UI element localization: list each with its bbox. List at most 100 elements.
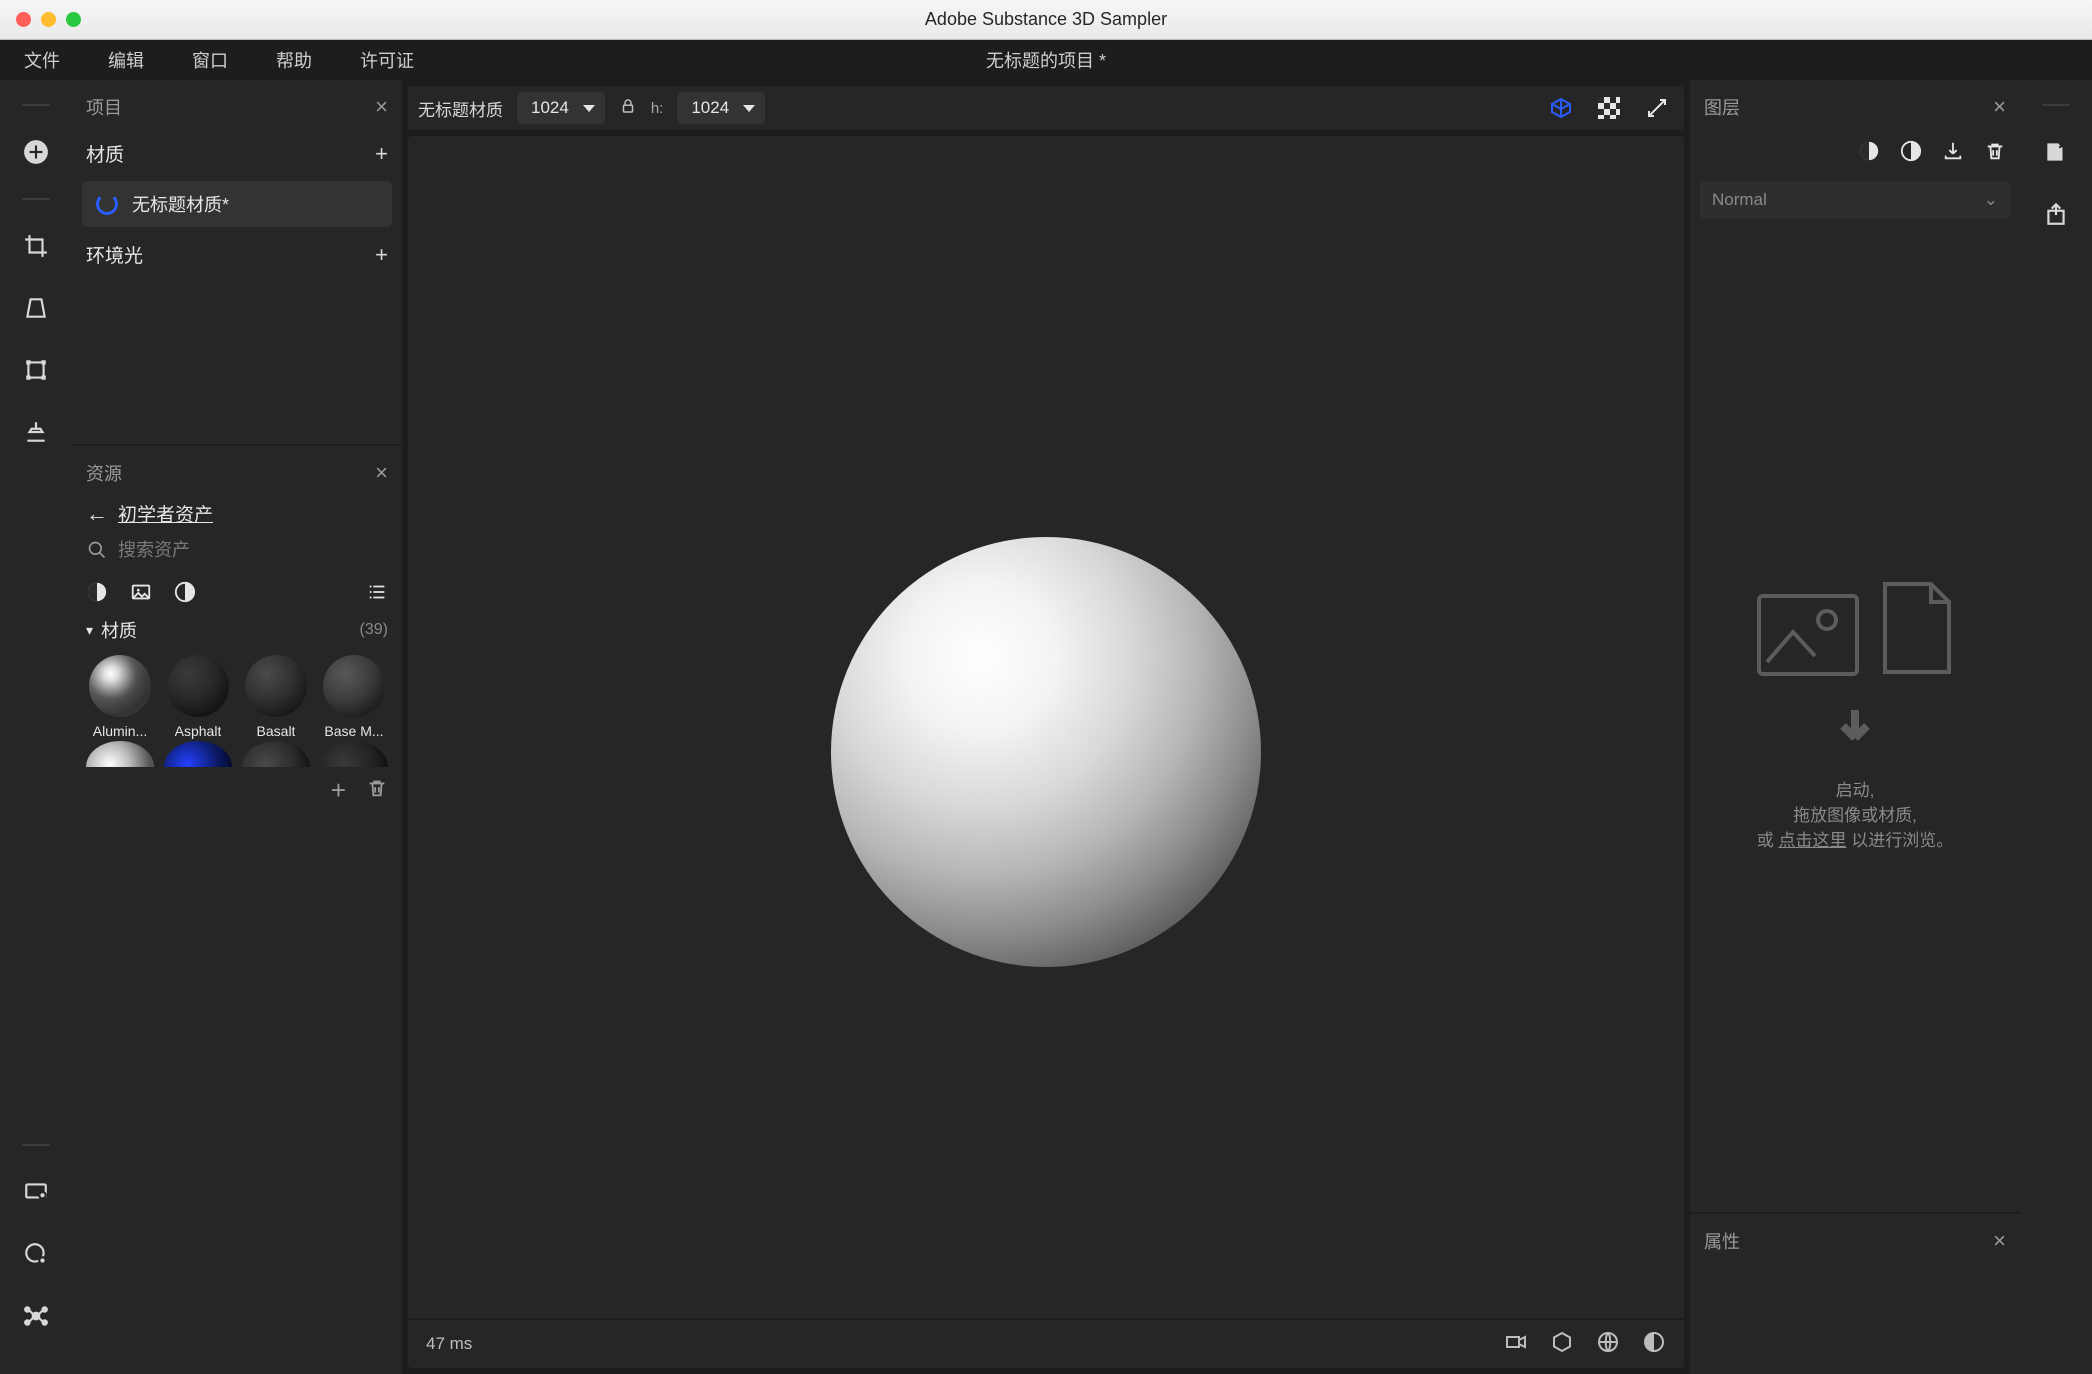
search-icon xyxy=(86,539,108,561)
close-icon[interactable]: × xyxy=(375,94,388,120)
globe-grid-icon[interactable] xyxy=(1596,1330,1620,1359)
list-view-icon[interactable] xyxy=(366,581,388,603)
rail-separator xyxy=(2042,104,2070,106)
viewport-material-name: 无标题材质 xyxy=(418,96,503,121)
filter-layer-icon[interactable] xyxy=(174,581,196,603)
environment-section-title: 环境光 xyxy=(86,241,143,268)
width-dropdown[interactable]: 1024 xyxy=(517,92,605,124)
rail-separator xyxy=(22,1144,50,1146)
sphere-shade-icon[interactable] xyxy=(1642,1330,1666,1359)
rail-separator xyxy=(22,198,50,200)
asset-thumb-label: Basalt xyxy=(257,723,296,739)
window-title: Adobe Substance 3D Sampler xyxy=(0,9,2092,30)
menu-file[interactable]: 文件 xyxy=(0,47,84,73)
viewport-toolbar: 无标题材质 1024 h: 1024 xyxy=(408,86,1684,130)
rail-separator xyxy=(22,104,50,106)
browse-link[interactable]: 点击这里 xyxy=(1779,831,1847,850)
menu-license[interactable]: 许可证 xyxy=(336,47,438,73)
menu-help[interactable]: 帮助 xyxy=(252,47,336,73)
chevron-down-icon: ⌄ xyxy=(1984,190,1998,210)
dropzone-text: 启动, xyxy=(1757,776,1953,801)
loading-spinner-icon xyxy=(96,193,118,215)
search-assets-input[interactable] xyxy=(118,540,388,561)
crop-tool-icon[interactable] xyxy=(20,230,52,262)
height-dropdown[interactable]: 1024 xyxy=(677,92,765,124)
height-prefix-label: h: xyxy=(651,100,664,117)
assets-panel-title: 资源 xyxy=(86,460,122,486)
add-asset-button[interactable]: + xyxy=(331,775,346,806)
properties-empty xyxy=(1690,1264,2020,1374)
display-settings-icon[interactable] xyxy=(20,1176,52,1208)
camera-icon[interactable] xyxy=(1504,1330,1528,1359)
asset-thumb[interactable] xyxy=(164,741,232,767)
view-2d-button[interactable] xyxy=(1592,91,1626,125)
trash-icon[interactable] xyxy=(1984,140,2006,167)
chevron-down-icon: ▾ xyxy=(86,622,93,639)
send-to-icon[interactable] xyxy=(2040,136,2072,168)
view-3d-button[interactable] xyxy=(1544,91,1578,125)
chevron-down-icon xyxy=(743,105,755,112)
traffic-close[interactable] xyxy=(16,12,31,27)
mask-circle-icon[interactable] xyxy=(1858,140,1880,167)
left-tool-rail xyxy=(0,80,72,1374)
assets-category-link[interactable]: 初学者资产 xyxy=(118,500,213,527)
viewport-status-bar: 47 ms xyxy=(408,1318,1684,1368)
traffic-zoom[interactable] xyxy=(66,12,81,27)
transform-tool-icon[interactable] xyxy=(20,354,52,386)
close-icon[interactable]: × xyxy=(1993,94,2006,120)
project-panel-title: 项目 xyxy=(86,94,122,120)
menu-window[interactable]: 窗口 xyxy=(168,47,252,73)
asset-thumb[interactable]: Alumin... xyxy=(86,655,154,739)
blend-mode-dropdown[interactable]: Normal ⌄ xyxy=(1700,181,2010,219)
menu-edit[interactable]: 编辑 xyxy=(84,47,168,73)
filter-material-icon[interactable] xyxy=(86,581,108,603)
asset-thumb[interactable] xyxy=(242,741,310,767)
asset-thumb[interactable] xyxy=(320,741,388,767)
dropzone-text: 或 点击这里 以进行浏览。 xyxy=(1757,826,1953,851)
assets-category-row[interactable]: ▾ 材质 (39) xyxy=(72,617,402,651)
asset-thumb-label: Alumin... xyxy=(93,723,147,739)
properties-panel-title: 属性 xyxy=(1704,1228,1740,1254)
asset-thumb[interactable]: Base M... xyxy=(320,655,388,739)
menu-bar: 文件 编辑 窗口 帮助 许可证 无标题的项目 * xyxy=(0,40,2092,80)
traffic-minimize[interactable] xyxy=(41,12,56,27)
asset-thumb[interactable] xyxy=(86,741,154,767)
trash-icon[interactable] xyxy=(366,777,388,804)
graph-icon[interactable] xyxy=(20,1300,52,1332)
right-tool-rail xyxy=(2020,80,2092,1374)
layers-panel-title: 图层 xyxy=(1704,94,1740,120)
export-icon[interactable] xyxy=(2040,198,2072,230)
material-list-item[interactable]: 无标题材质* xyxy=(82,181,392,227)
add-button[interactable] xyxy=(20,136,52,168)
asset-thumb-label: Base M... xyxy=(324,723,383,739)
layers-drop-zone[interactable]: 启动, 拖放图像或材质, 或 点击这里 以进行浏览。 xyxy=(1690,219,2020,1212)
clone-stamp-tool-icon[interactable] xyxy=(20,416,52,448)
blend-mode-value: Normal xyxy=(1712,190,1767,210)
hexagon-icon[interactable] xyxy=(1550,1330,1574,1359)
asset-thumb[interactable]: Basalt xyxy=(242,655,310,739)
materials-section-title: 材质 xyxy=(86,140,124,167)
close-icon[interactable]: × xyxy=(1993,1228,2006,1254)
height-value: 1024 xyxy=(691,98,729,118)
dropzone-text: 拖放图像或材质, xyxy=(1757,801,1953,826)
assets-category-count: (39) xyxy=(360,621,388,639)
asset-thumb[interactable]: Asphalt xyxy=(164,655,232,739)
asset-thumb-label: Asphalt xyxy=(175,723,222,739)
chevron-down-icon xyxy=(583,105,595,112)
width-value: 1024 xyxy=(531,98,569,118)
material-item-label: 无标题材质* xyxy=(132,191,229,217)
back-arrow-icon[interactable]: ← xyxy=(86,501,108,527)
add-material-button[interactable]: + xyxy=(375,141,388,167)
render-time-label: 47 ms xyxy=(426,1334,472,1354)
lock-aspect-icon[interactable] xyxy=(619,97,637,120)
import-icon[interactable] xyxy=(1942,140,1964,167)
perspective-tool-icon[interactable] xyxy=(20,292,52,324)
mask-gradient-icon[interactable] xyxy=(1900,140,1922,167)
fullscreen-button[interactable] xyxy=(1640,91,1674,125)
environment-settings-icon[interactable] xyxy=(20,1238,52,1270)
window-titlebar: Adobe Substance 3D Sampler xyxy=(0,0,2092,40)
filter-image-icon[interactable] xyxy=(130,581,152,603)
viewport-3d[interactable]: 47 ms xyxy=(408,136,1684,1368)
close-icon[interactable]: × xyxy=(375,460,388,486)
add-environment-button[interactable]: + xyxy=(375,242,388,268)
